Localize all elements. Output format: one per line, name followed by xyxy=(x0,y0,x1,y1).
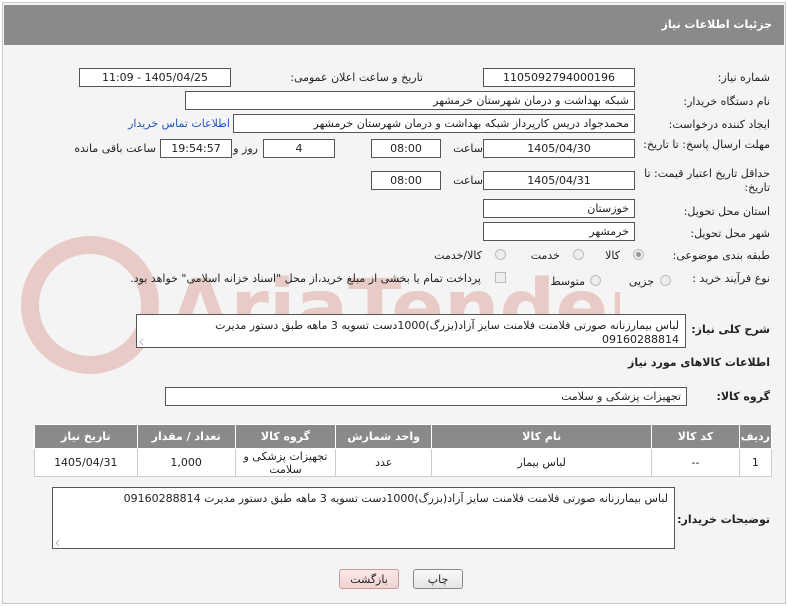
items-table: ردیف کد کالا نام کالا واحد شمارش گروه کا… xyxy=(34,424,773,477)
need-number-label: شماره نیاز: xyxy=(717,71,770,84)
table-row: 1 -- لباس بیمار عدد تجهیزات پزشکی و سلام… xyxy=(34,448,773,477)
price-time-field: 08:00 xyxy=(371,171,441,190)
days-field: 4 xyxy=(263,139,335,158)
category-label: طبقه بندی موضوعی: xyxy=(672,249,770,262)
need-number-field: 1105092794000196 xyxy=(483,68,635,87)
page-title: جزئیات اطلاعات نیاز xyxy=(4,5,784,45)
category-both-label: کالا/خدمت xyxy=(434,249,482,262)
items-table-header: ردیف کد کالا نام کالا واحد شمارش گروه کا… xyxy=(34,424,773,449)
buyer-notes-label: توضیحات خریدار: xyxy=(677,513,770,526)
buyer-notes-textarea[interactable]: لباس بیمارزنانه صورتی فلامنت فلامنت سایز… xyxy=(52,487,675,549)
reply-deadline-label: مهلت ارسال پاسخ: تا تاریخ: xyxy=(643,138,770,151)
process-label: نوع فرآیند خرید : xyxy=(692,272,770,285)
price-date-field: 1405/04/31 xyxy=(483,171,635,190)
category-service-radio[interactable] xyxy=(573,249,584,260)
payment-note: پرداخت تمام یا بخشی از مبلغ خرید،از محل … xyxy=(130,272,481,285)
description-text: لباس بیمارزنانه صورتی فلامنت فلامنت سایز… xyxy=(215,319,679,346)
buyer-org-field: شبکه بهداشت و درمان شهرستان خرمشهر xyxy=(185,91,635,110)
description-textarea[interactable]: لباس بیمارزنانه صورتی فلامنت فلامنت سایز… xyxy=(136,314,686,348)
province-label: استان محل تحویل: xyxy=(683,205,770,218)
col-header-row-no: ردیف xyxy=(738,424,773,449)
cell-unit: عدد xyxy=(335,448,433,477)
cell-group: تجهیزات پزشکی و سلامت xyxy=(234,448,337,477)
remaining-time-field: 19:54:57 xyxy=(160,139,232,158)
buyer-org-label: نام دستگاه خریدار: xyxy=(683,95,770,108)
process-minor-radio[interactable] xyxy=(660,275,671,286)
buyer-notes-text: لباس بیمارزنانه صورتی فلامنت فلامنت سایز… xyxy=(123,492,668,505)
process-minor-label: جزیی xyxy=(628,275,654,288)
price-time-label: ساعت xyxy=(453,174,483,187)
contact-buyer-link[interactable]: اطلاعات تماس خریدار xyxy=(128,117,230,130)
cell-code: -- xyxy=(651,448,740,477)
col-header-date: تاریخ نیاز xyxy=(34,424,138,449)
col-header-group: گروه کالا xyxy=(234,424,337,449)
treasury-payment-checkbox[interactable] xyxy=(495,272,506,283)
creator-label: ایجاد کننده درخواست: xyxy=(668,118,770,131)
cell-quantity: 1,000 xyxy=(136,448,236,477)
category-both-radio[interactable] xyxy=(495,249,506,260)
back-button[interactable]: بازگشت xyxy=(339,569,399,589)
city-field: خرمشهر xyxy=(483,222,635,241)
process-medium-radio[interactable] xyxy=(590,275,601,286)
province-field: خوزستان xyxy=(483,199,635,218)
announce-field: 1405/04/25 - 11:09 xyxy=(79,68,231,87)
cell-name: لباس بیمار xyxy=(431,448,653,477)
goods-group-label: گروه کالا: xyxy=(716,390,770,403)
print-button[interactable]: چاپ xyxy=(413,569,463,589)
creator-field: محمدجواد دریس کارپرداز شبکه بهداشت و درم… xyxy=(233,114,635,133)
goods-group-field: تجهیزات پزشکی و سلامت xyxy=(165,387,687,406)
remaining-time-label: ساعت باقی مانده xyxy=(74,142,156,155)
description-label: شرح کلی نیاز: xyxy=(691,323,770,336)
category-service-label: خدمت xyxy=(530,249,560,262)
category-goods-radio[interactable] xyxy=(633,249,644,260)
cell-date: 1405/04/31 xyxy=(34,448,138,477)
reply-time-field: 08:00 xyxy=(371,139,441,158)
col-header-name: نام کالا xyxy=(431,424,653,449)
price-validity-label: حداقل تاریخ اعتبار قیمت: تا تاریخ: xyxy=(644,167,770,194)
process-medium-label: متوسط xyxy=(550,275,585,288)
category-goods-label: کالا xyxy=(605,249,620,262)
announce-label: تاریخ و ساعت اعلان عمومی: xyxy=(290,71,423,84)
cell-row-no: 1 xyxy=(738,448,773,477)
goods-info-title: اطلاعات کالاهای مورد نیاز xyxy=(628,356,770,369)
col-header-quantity: تعداد / مقدار xyxy=(136,424,236,449)
col-header-code: کد کالا xyxy=(651,424,740,449)
col-header-unit: واحد شمارش xyxy=(335,424,433,449)
reply-date-field: 1405/04/30 xyxy=(483,139,635,158)
days-label: روز و xyxy=(233,142,258,155)
resize-grip-icon[interactable] xyxy=(139,338,147,346)
reply-time-label: ساعت xyxy=(453,142,483,155)
city-label: شهر محل تحویل: xyxy=(690,227,770,240)
resize-grip-icon[interactable] xyxy=(55,539,63,547)
